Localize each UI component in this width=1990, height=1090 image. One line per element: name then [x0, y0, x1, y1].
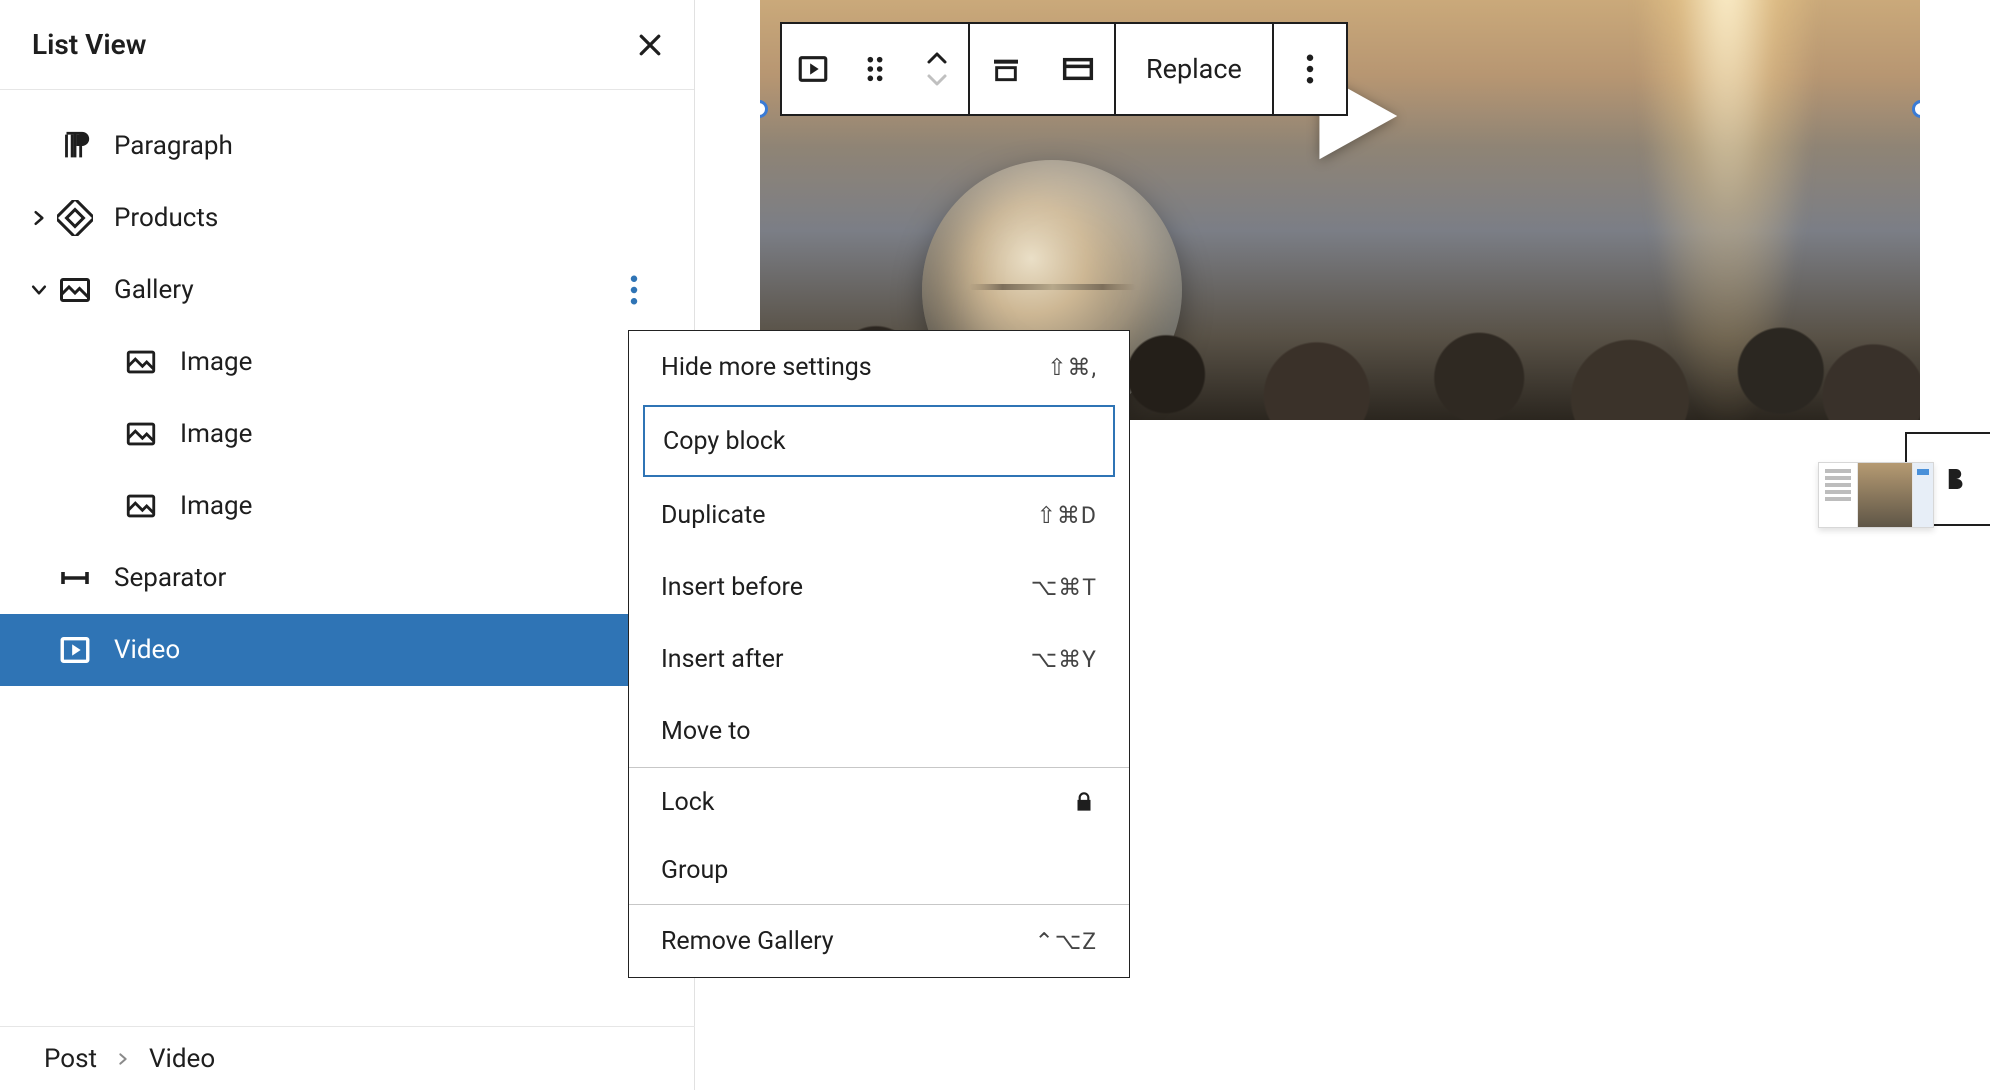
menu-lock[interactable]: Lock	[629, 768, 1129, 836]
menu-item-shortcut: ⌥⌘Y	[1031, 646, 1097, 673]
list-view-title: List View	[32, 28, 146, 61]
tree-item-label: Products	[114, 203, 218, 233]
lock-icon	[1071, 789, 1097, 815]
chevron-right-icon	[115, 1051, 131, 1067]
replace-button[interactable]: Replace	[1116, 53, 1272, 85]
align-icon	[990, 53, 1022, 85]
block-options-menu: Hide more settings ⇧⌘, Copy block Duplic…	[628, 330, 1130, 978]
menu-remove-gallery[interactable]: Remove Gallery ⌃⌥Z	[629, 905, 1129, 977]
tree-item-paragraph[interactable]: Paragraph	[0, 110, 694, 182]
block-options-button[interactable]	[1274, 24, 1346, 114]
breadcrumb-item[interactable]: Video	[149, 1044, 215, 1074]
tree-item-video[interactable]: Video	[0, 614, 694, 686]
block-toolbar: Replace	[780, 22, 1348, 116]
resize-handle-right[interactable]	[1912, 100, 1920, 118]
tree-item-image[interactable]: Image	[0, 470, 694, 542]
chevron-down-icon	[925, 71, 949, 89]
menu-item-label: Remove Gallery	[661, 927, 834, 956]
menu-insert-before[interactable]: Insert before ⌥⌘T	[629, 551, 1129, 623]
block-type-button[interactable]	[782, 24, 844, 114]
menu-item-label: Duplicate	[661, 501, 766, 530]
menu-move-to[interactable]: Move to	[629, 695, 1129, 767]
move-up-button[interactable]	[925, 49, 949, 67]
menu-item-shortcut: ⇧⌘,	[1047, 354, 1097, 381]
tree-item-label: Image	[180, 491, 252, 521]
video-icon	[796, 52, 830, 86]
menu-item-label: Copy block	[663, 427, 786, 456]
tree-item-image[interactable]: Image	[0, 398, 694, 470]
tree-item-separator[interactable]: Separator	[0, 542, 694, 614]
tree-item-label: Video	[114, 635, 180, 665]
close-button[interactable]	[624, 19, 676, 71]
image-icon	[120, 485, 162, 527]
menu-item-shortcut: ⇧⌘D	[1037, 502, 1097, 529]
tree-item-label: Gallery	[114, 275, 194, 305]
breadcrumb: Post Video	[0, 1026, 695, 1090]
bold-icon	[1940, 464, 1970, 494]
menu-insert-after[interactable]: Insert after ⌥⌘Y	[629, 623, 1129, 695]
image-icon	[120, 341, 162, 383]
block-tree: Paragraph Products Gallery	[0, 90, 694, 686]
align-button[interactable]	[970, 24, 1042, 114]
resize-handle-left[interactable]	[760, 100, 768, 118]
menu-duplicate[interactable]: Duplicate ⇧⌘D	[629, 479, 1129, 551]
chevron-right-icon[interactable]	[24, 208, 54, 228]
menu-item-label: Hide more settings	[661, 353, 872, 382]
menu-item-label: Lock	[661, 788, 714, 817]
breadcrumb-item[interactable]: Post	[44, 1044, 97, 1074]
menu-item-shortcut: ⌥⌘T	[1031, 574, 1097, 601]
move-down-button[interactable]	[925, 71, 949, 89]
tree-item-label: Separator	[114, 563, 226, 593]
close-icon	[635, 30, 665, 60]
menu-hide-more-settings[interactable]: Hide more settings ⇧⌘,	[629, 331, 1129, 403]
more-vertical-icon	[1306, 54, 1314, 84]
more-vertical-icon	[630, 275, 638, 305]
list-view-header: List View	[0, 0, 694, 90]
tree-item-label: Paragraph	[114, 131, 233, 161]
menu-group[interactable]: Group	[629, 836, 1129, 904]
separator-icon	[54, 557, 96, 599]
tree-item-products[interactable]: Products	[0, 182, 694, 254]
page-overview-thumbnail[interactable]	[1818, 462, 1934, 528]
chevron-down-icon[interactable]	[24, 280, 54, 300]
menu-item-label: Insert after	[661, 645, 783, 674]
drag-icon	[864, 55, 886, 83]
list-view-panel: List View Paragraph Products	[0, 0, 695, 1090]
gallery-icon	[54, 269, 96, 311]
paragraph-icon	[54, 125, 96, 167]
chevron-up-icon	[925, 49, 949, 67]
menu-item-shortcut: ⌃⌥Z	[1034, 928, 1097, 955]
tree-item-image[interactable]: Image	[0, 326, 694, 398]
align-wide-button[interactable]	[1042, 24, 1114, 114]
menu-item-label: Move to	[661, 717, 751, 746]
tree-item-label: Image	[180, 347, 252, 377]
menu-item-label: Group	[661, 856, 728, 885]
tree-item-gallery[interactable]: Gallery	[0, 254, 694, 326]
tree-item-label: Image	[180, 419, 252, 449]
menu-item-label: Insert before	[661, 573, 803, 602]
video-icon	[54, 629, 96, 671]
tree-item-options-button[interactable]	[614, 270, 654, 310]
image-icon	[120, 413, 162, 455]
align-wide-icon	[1061, 53, 1095, 85]
drag-handle[interactable]	[844, 24, 906, 114]
products-icon	[54, 197, 96, 239]
menu-copy-block[interactable]: Copy block	[643, 405, 1115, 477]
